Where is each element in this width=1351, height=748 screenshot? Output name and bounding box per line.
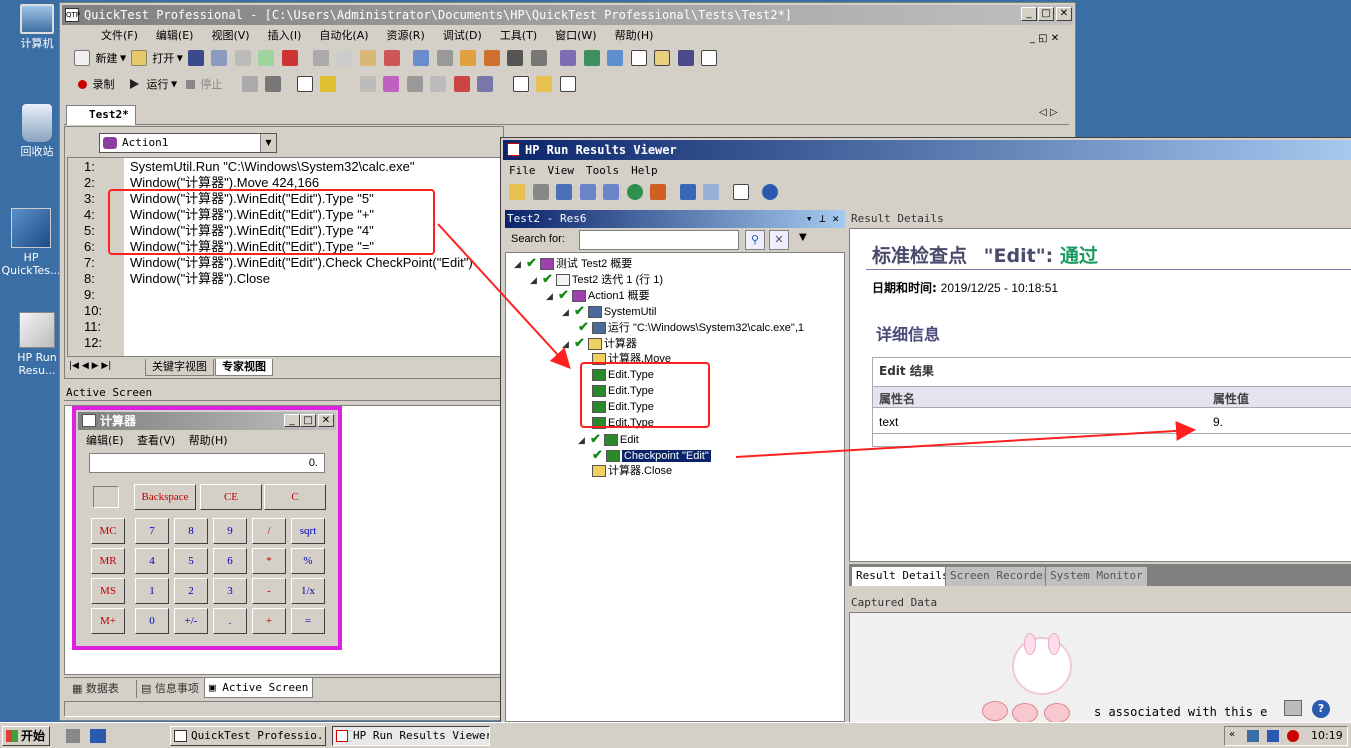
annotation-arrows bbox=[437, 223, 1196, 458]
taskbar: 开始 QuickTest Professio... HP Run Results… bbox=[0, 722, 1351, 748]
viewer-status-icon-a[interactable] bbox=[1284, 700, 1302, 716]
volume-mute-icon[interactable] bbox=[1287, 730, 1299, 742]
help-icon[interactable]: ? bbox=[1312, 700, 1330, 718]
qtp-small-icon bbox=[174, 730, 187, 742]
show-desktop-icon[interactable] bbox=[90, 729, 106, 743]
display-icon[interactable] bbox=[1267, 730, 1279, 742]
windows-logo-icon bbox=[6, 730, 18, 742]
viewer-small-icon bbox=[336, 730, 348, 742]
taskbar-item-viewer[interactable]: HP Run Results Viewer bbox=[332, 726, 490, 746]
arrow-code-to-tree bbox=[437, 223, 571, 369]
quick-launch-icon[interactable] bbox=[66, 729, 80, 743]
arrow-checkpoint-to-value bbox=[735, 420, 1196, 458]
tray-expand-icon[interactable]: « bbox=[1229, 729, 1235, 740]
taskbar-item-qtp[interactable]: QuickTest Professio... bbox=[170, 726, 326, 746]
network-icon[interactable] bbox=[1247, 730, 1259, 742]
system-tray: « 10:19 bbox=[1224, 726, 1348, 746]
clock: 10:19 bbox=[1311, 729, 1343, 742]
start-button[interactable]: 开始 bbox=[2, 726, 50, 746]
